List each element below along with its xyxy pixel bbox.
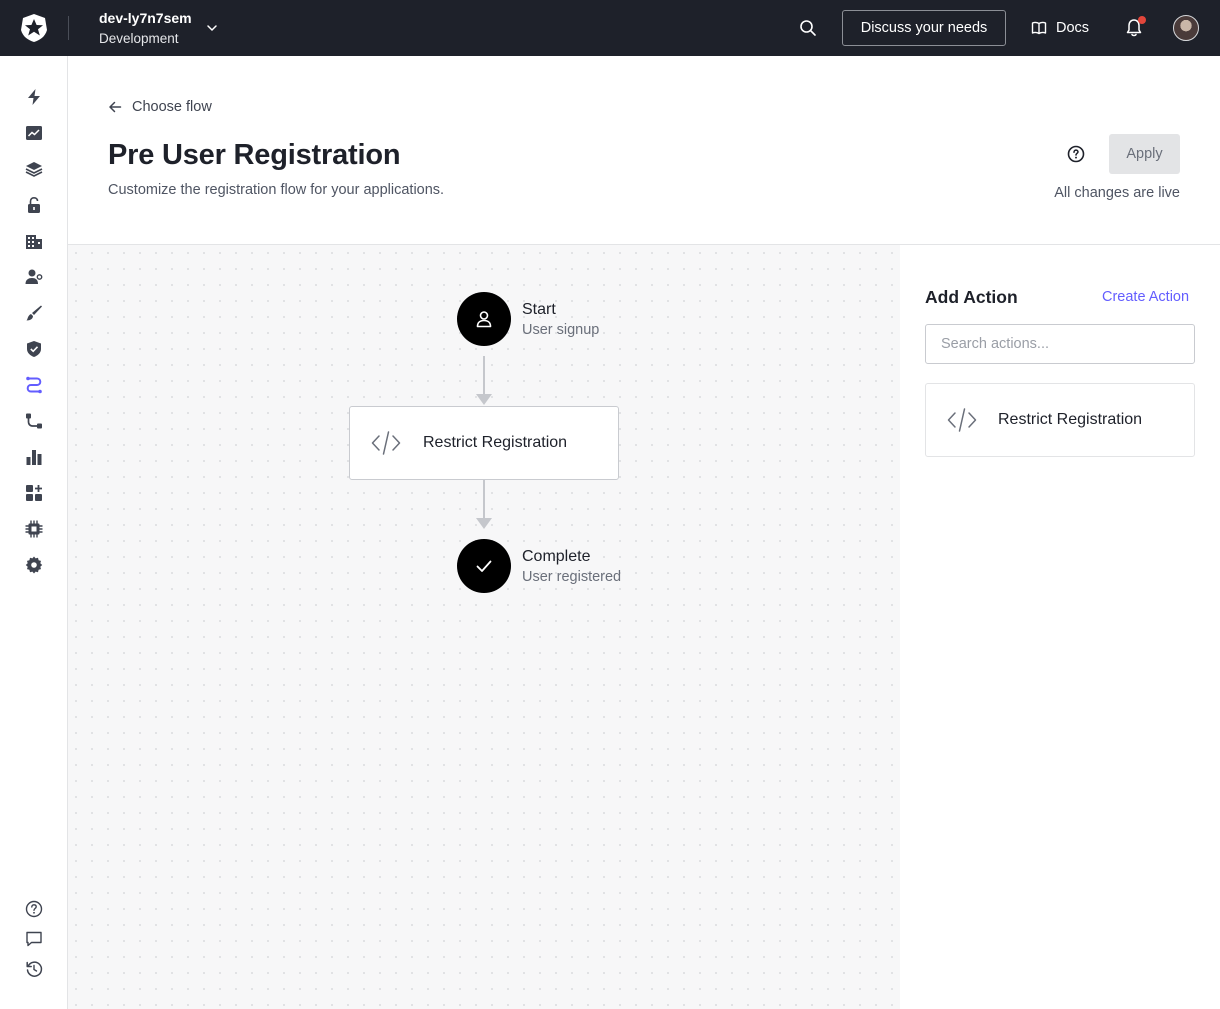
help-icon [25, 900, 43, 918]
flow-canvas[interactable]: Start User signup Restrict Registration … [68, 245, 900, 1009]
changes-status: All changes are live [1054, 185, 1180, 201]
connector-line [483, 480, 485, 518]
sidebar-help[interactable] [24, 899, 44, 919]
notification-dot [1138, 16, 1146, 24]
shield-icon [27, 341, 41, 357]
checkmark-icon [476, 560, 492, 572]
page-header: Choose flow Pre User Registration Custom… [68, 56, 1220, 245]
flow-action-node[interactable]: Restrict Registration [349, 406, 619, 480]
sidebar-item-user-management[interactable] [24, 267, 44, 287]
actions-flow-icon [26, 376, 42, 394]
complete-node-title: Complete [522, 548, 591, 565]
flow-action-label: Restrict Registration [423, 434, 568, 451]
topbar-divider [68, 16, 69, 40]
panel-title: Add Action [925, 287, 1018, 307]
search-icon[interactable] [799, 19, 817, 37]
page-subtitle: Customize the registration flow for your… [108, 182, 445, 198]
tenant-name: dev-ly7n7sem [99, 10, 192, 26]
layers-icon [25, 162, 43, 177]
sidebar-item-getting-started[interactable] [24, 87, 44, 107]
add-action-panel: Add Action Create Action Restrict Regist… [900, 245, 1220, 1009]
sidebar-item-activity[interactable] [24, 123, 44, 143]
lock-icon [28, 196, 40, 213]
auth0-logo-icon[interactable] [21, 14, 47, 42]
apply-button[interactable]: Apply [1109, 134, 1180, 174]
sidebar [0, 56, 68, 1009]
chevron-down-icon[interactable] [205, 21, 219, 35]
activity-chart-icon [26, 126, 42, 140]
code-icon [371, 431, 401, 455]
connector-arrow [476, 518, 492, 529]
discuss-needs-button[interactable]: Discuss your needs [842, 10, 1006, 46]
sidebar-item-auth-pipeline[interactable] [24, 411, 44, 431]
sidebar-history[interactable] [24, 959, 44, 979]
chip-icon [25, 520, 43, 538]
page-title: Pre User Registration [108, 139, 401, 171]
gear-icon [25, 556, 43, 574]
tenant-environment: Development [99, 31, 179, 46]
action-card[interactable]: Restrict Registration [925, 383, 1195, 457]
sidebar-item-monitoring[interactable] [24, 447, 44, 467]
brush-icon [26, 305, 42, 321]
start-node-subtitle: User signup [522, 322, 600, 338]
sidebar-item-branding[interactable] [24, 303, 44, 323]
docs-label: Docs [1056, 20, 1090, 36]
marketplace-icon [26, 485, 42, 501]
tenant-switcher[interactable]: dev-ly7n7sem Development [99, 9, 192, 48]
pipeline-icon [26, 413, 42, 429]
sidebar-item-organizations[interactable] [24, 231, 44, 251]
user-icon [476, 311, 492, 328]
sidebar-item-marketplace[interactable] [24, 483, 44, 503]
sidebar-item-settings[interactable] [24, 555, 44, 575]
organizations-icon [26, 235, 42, 249]
connector-line [483, 356, 485, 394]
complete-node-subtitle: User registered [522, 569, 622, 585]
back-to-choose-flow[interactable]: Choose flow [108, 99, 212, 115]
sidebar-item-applications[interactable] [24, 159, 44, 179]
start-node [457, 292, 511, 346]
connector-arrow [476, 394, 492, 405]
complete-node [457, 539, 511, 593]
sidebar-item-authentication[interactable] [24, 195, 44, 215]
help-icon[interactable] [1066, 144, 1086, 164]
create-action-link[interactable]: Create Action [1102, 289, 1189, 305]
book-icon [1031, 21, 1047, 35]
sidebar-feedback[interactable] [24, 929, 44, 949]
bar-chart-icon [26, 450, 42, 465]
top-bar: dev-ly7n7sem Development Discuss your ne… [0, 0, 1220, 56]
lightning-icon [28, 89, 40, 105]
start-node-title: Start [522, 301, 556, 318]
sidebar-item-security[interactable] [24, 339, 44, 359]
back-label: Choose flow [132, 99, 212, 115]
sidebar-item-actions[interactable] [24, 375, 44, 395]
search-actions-input[interactable] [925, 324, 1195, 364]
docs-link[interactable]: Docs [1031, 17, 1089, 39]
feedback-icon [26, 931, 42, 947]
history-icon [26, 961, 43, 977]
user-avatar[interactable] [1173, 15, 1199, 41]
action-card-label: Restrict Registration [998, 411, 1143, 428]
sidebar-item-extensions[interactable] [24, 519, 44, 539]
arrow-left-icon [109, 101, 122, 113]
code-icon [947, 408, 977, 432]
user-management-icon [25, 269, 43, 284]
